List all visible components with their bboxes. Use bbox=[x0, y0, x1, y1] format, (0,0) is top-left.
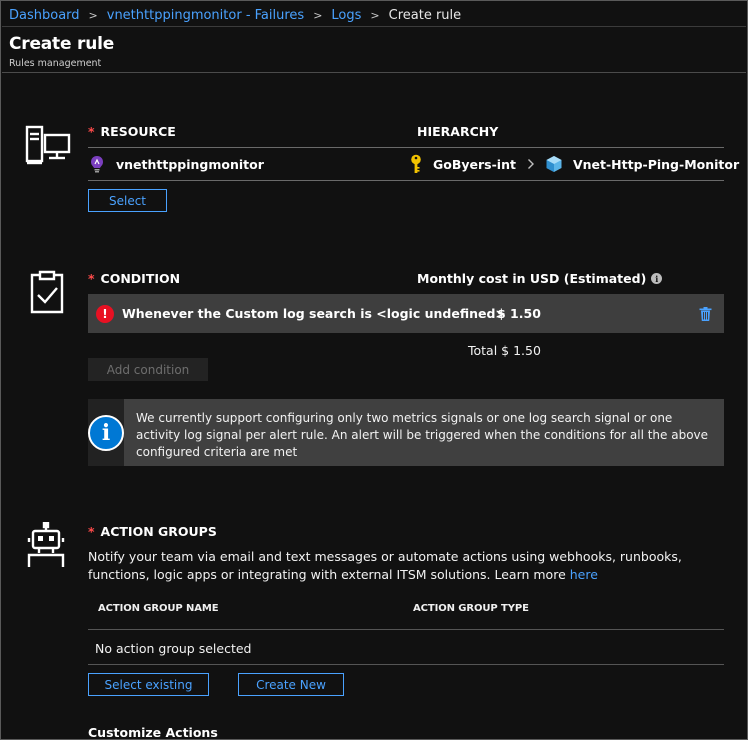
resource-name: vnethttppingmonitor bbox=[90, 155, 264, 173]
robot-icon bbox=[27, 522, 65, 567]
chevron-right-icon bbox=[527, 159, 534, 169]
hierarchy-resource-group: Vnet-Http-Ping-Monitor bbox=[572, 156, 740, 172]
condition-row[interactable]: ! Whenever the Custom log search is <log… bbox=[88, 294, 724, 333]
breadcrumb: Dashboard > vnethttppingmonitor - Failur… bbox=[9, 6, 461, 24]
clipboard-check-icon bbox=[30, 270, 64, 314]
select-existing-button[interactable]: Select existing bbox=[88, 673, 209, 696]
page-title: Create rule bbox=[9, 34, 115, 54]
create-new-button[interactable]: Create New bbox=[238, 673, 344, 696]
condition-label: * CONDITION bbox=[88, 271, 181, 286]
condition-text[interactable]: Whenever the Custom log search is <logic… bbox=[122, 306, 506, 321]
action-groups-description: Notify your team via email and text mess… bbox=[88, 549, 682, 582]
info-icon-panel: i bbox=[88, 399, 124, 466]
divider bbox=[88, 664, 724, 665]
condition-cost: $ 1.50 bbox=[497, 306, 541, 321]
hierarchy-subscription: GoByers-int bbox=[433, 156, 516, 172]
info-icon: i bbox=[88, 414, 124, 451]
resource-label: * RESOURCE bbox=[88, 124, 176, 139]
select-resource-button[interactable]: Select bbox=[88, 189, 167, 212]
breadcrumb-separator: > bbox=[313, 8, 323, 22]
hierarchy-label: HIERARCHY bbox=[417, 124, 499, 139]
learn-more-link[interactable]: here bbox=[570, 567, 598, 582]
column-header-type: ACTION GROUP TYPE bbox=[413, 603, 529, 614]
create-rule-blade: Dashboard > vnethttppingmonitor - Failur… bbox=[0, 0, 748, 740]
divider bbox=[88, 147, 724, 148]
breadcrumb-separator: > bbox=[88, 8, 98, 22]
breadcrumb-separator: > bbox=[370, 8, 380, 22]
resource-hierarchy: GoByers-int Vnet-Http-Ping-Monitor bbox=[410, 154, 739, 174]
divider bbox=[88, 180, 724, 181]
breadcrumb-failures[interactable]: vnethttppingmonitor - Failures bbox=[107, 8, 304, 23]
server-computer-icon bbox=[25, 125, 71, 165]
key-icon bbox=[411, 154, 421, 173]
customize-actions-label: Customize Actions bbox=[88, 725, 218, 740]
cost-label: Monthly cost in USD (Estimated) i bbox=[417, 271, 663, 286]
breadcrumb-logs[interactable]: Logs bbox=[331, 8, 361, 23]
breadcrumb-current: Create rule bbox=[388, 7, 462, 23]
app-insights-icon bbox=[91, 156, 103, 173]
info-message-box: i We currently support configuring only … bbox=[88, 399, 724, 466]
error-icon: ! bbox=[96, 304, 114, 323]
delete-trash-icon[interactable] bbox=[699, 306, 712, 321]
page-subtitle: Rules management bbox=[9, 58, 102, 69]
divider bbox=[88, 629, 724, 630]
add-condition-button[interactable]: Add condition bbox=[88, 358, 208, 381]
column-header-name: ACTION GROUP NAME bbox=[98, 603, 219, 614]
info-circle-icon[interactable]: i bbox=[651, 273, 663, 284]
divider bbox=[2, 72, 746, 73]
divider bbox=[2, 26, 746, 27]
info-message-text: We currently support configuring only tw… bbox=[136, 411, 709, 459]
breadcrumb-dashboard[interactable]: Dashboard bbox=[9, 8, 80, 23]
empty-action-group-text: No action group selected bbox=[95, 641, 252, 656]
blade-header: Create rule Rules management bbox=[9, 34, 114, 69]
action-groups-label: * ACTION GROUPS bbox=[88, 524, 217, 539]
resource-group-cube-icon bbox=[546, 156, 562, 172]
total-cost: Total $ 1.50 bbox=[468, 343, 541, 358]
